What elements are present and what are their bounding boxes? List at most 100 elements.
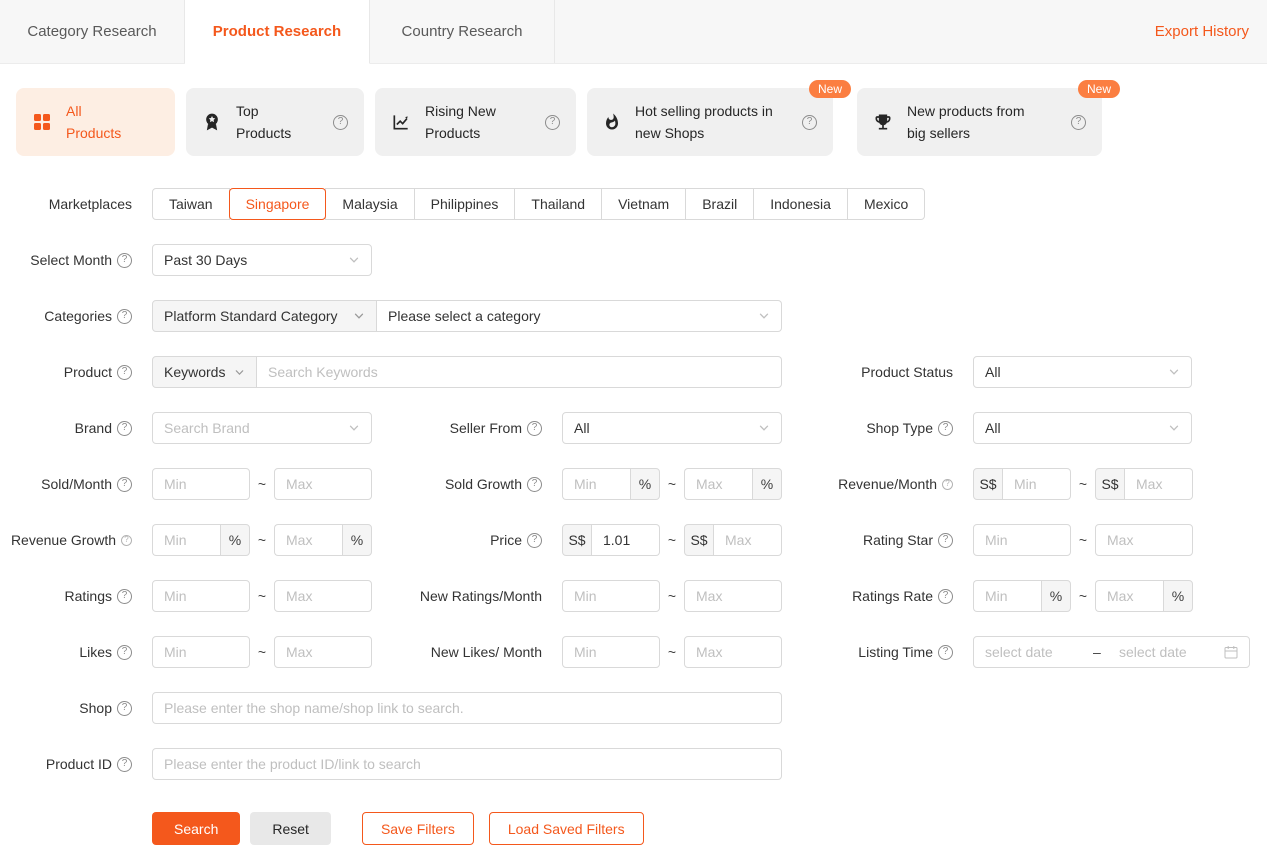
filter-row-categories: Categories? Platform Standard Category P… [0,300,1267,332]
select-month-dropdown[interactable]: Past 30 Days [152,244,372,276]
help-icon[interactable]: ? [545,114,560,130]
product-id-input[interactable] [152,748,782,780]
help-icon[interactable]: ? [527,532,542,548]
price-max-input[interactable] [714,524,782,556]
marketplace-taiwan[interactable]: Taiwan [152,188,230,220]
export-history-link[interactable]: Export History [1155,0,1267,63]
help-icon[interactable]: ? [802,114,817,130]
new-ratings-month-min-input[interactable] [562,580,660,612]
range-separator: ~ [667,588,677,604]
new-likes-month-max-input[interactable] [684,636,782,668]
calendar-icon [1224,646,1238,659]
currency-prefix: S$ [973,468,1003,500]
help-icon[interactable]: ? [1071,114,1086,130]
filter-row-product: Product? Keywords Product Status All [0,356,1267,388]
card-all-products[interactable]: All Products [16,88,175,156]
help-icon[interactable]: ? [938,532,953,548]
card-hot-selling-new-shops[interactable]: New Hot selling products in new Shops ? [587,80,851,156]
help-icon[interactable]: ? [117,756,132,772]
help-icon[interactable]: ? [117,700,132,716]
rating-star-label: Rating Star? [782,532,953,548]
revenue-month-max-input[interactable] [1125,468,1193,500]
seller-from-dropdown[interactable]: All [562,412,782,444]
ratings-rate-max-input[interactable] [1095,580,1163,612]
revenue-growth-min-input[interactable] [152,524,220,556]
shop-search-input[interactable] [152,692,782,724]
help-icon[interactable]: ? [938,644,953,660]
product-search-mode-dropdown[interactable]: Keywords [152,356,257,388]
marketplace-mexico[interactable]: Mexico [846,188,926,220]
listing-time-range-picker[interactable]: select date – select date [973,636,1250,668]
tab-label: Country Research [401,23,523,40]
category-type-dropdown[interactable]: Platform Standard Category [152,300,377,332]
help-icon[interactable]: ? [117,252,132,268]
revenue-growth-max-input[interactable] [274,524,342,556]
marketplace-thailand[interactable]: Thailand [514,188,603,220]
search-button[interactable]: Search [152,812,241,845]
help-icon[interactable]: ? [117,476,132,492]
help-icon[interactable]: ? [942,478,953,490]
card-rising-new-products[interactable]: Rising New Products ? [375,88,576,156]
load-saved-filters-button[interactable]: Load Saved Filters [488,812,644,845]
range-separator: ~ [667,644,677,660]
chevron-down-icon [1169,425,1179,431]
help-icon[interactable]: ? [117,308,132,324]
help-icon[interactable]: ? [938,588,953,604]
save-filters-button[interactable]: Save Filters [361,812,474,845]
help-icon[interactable]: ? [333,114,348,130]
new-badge: New [808,80,851,98]
revenue-month-min-input[interactable] [1003,468,1071,500]
price-min-input[interactable] [592,524,660,556]
rating-star-min-input[interactable] [973,524,1071,556]
ratings-min-input[interactable] [152,580,250,612]
help-icon[interactable]: ? [117,364,132,380]
product-label: Product? [0,364,132,380]
sold-month-max-input[interactable] [274,468,372,500]
new-ratings-month-max-input[interactable] [684,580,782,612]
marketplace-philippines[interactable]: Philippines [413,188,516,220]
marketplace-brazil[interactable]: Brazil [685,188,755,220]
sold-growth-max-input[interactable] [684,468,752,500]
reset-button[interactable]: Reset [250,812,331,845]
category-select-dropdown[interactable]: Please select a category [377,300,782,332]
new-likes-month-min-input[interactable] [562,636,660,668]
product-keywords-input[interactable] [257,356,782,388]
help-icon[interactable]: ? [938,420,953,436]
sold-month-min-input[interactable] [152,468,250,500]
help-icon[interactable]: ? [527,476,542,492]
marketplace-vietnam[interactable]: Vietnam [601,188,687,220]
ratings-max-input[interactable] [274,580,372,612]
range-separator: ~ [1078,588,1088,604]
ratings-rate-label: Ratings Rate? [782,588,953,604]
tab-category-research[interactable]: Category Research [0,0,185,63]
card-new-products-big-sellers[interactable]: New New products from big sellers ? [857,80,1120,156]
filter-row-product-id: Product ID? [0,748,1267,780]
categories-label: Categories? [0,308,132,324]
percent-unit: % [342,524,372,556]
marketplace-singapore[interactable]: Singapore [228,188,327,220]
help-icon[interactable]: ? [121,534,132,546]
shop-type-dropdown[interactable]: All [973,412,1192,444]
chevron-down-icon [759,425,769,431]
help-icon[interactable]: ? [527,420,542,436]
likes-max-input[interactable] [274,636,372,668]
card-top-products[interactable]: Top Products ? [186,88,364,156]
tab-label: Category Research [27,23,157,40]
ratings-rate-min-input[interactable] [973,580,1041,612]
marketplace-malaysia[interactable]: Malaysia [325,188,415,220]
sold-growth-min-input[interactable] [562,468,630,500]
revenue-growth-label: Revenue Growth? [0,532,132,548]
tab-country-research[interactable]: Country Research [370,0,555,63]
range-separator: ~ [257,476,267,492]
help-icon[interactable]: ? [117,588,132,604]
help-icon[interactable]: ? [117,644,132,660]
help-icon[interactable]: ? [117,420,132,436]
likes-label: Likes? [0,644,132,660]
tab-product-research[interactable]: Product Research [185,0,370,64]
marketplace-indonesia[interactable]: Indonesia [753,188,848,220]
brand-search-dropdown[interactable]: Search Brand [152,412,372,444]
rating-star-max-input[interactable] [1095,524,1193,556]
likes-min-input[interactable] [152,636,250,668]
marketplaces-label: Marketplaces [48,196,132,212]
product-status-dropdown[interactable]: All [973,356,1192,388]
